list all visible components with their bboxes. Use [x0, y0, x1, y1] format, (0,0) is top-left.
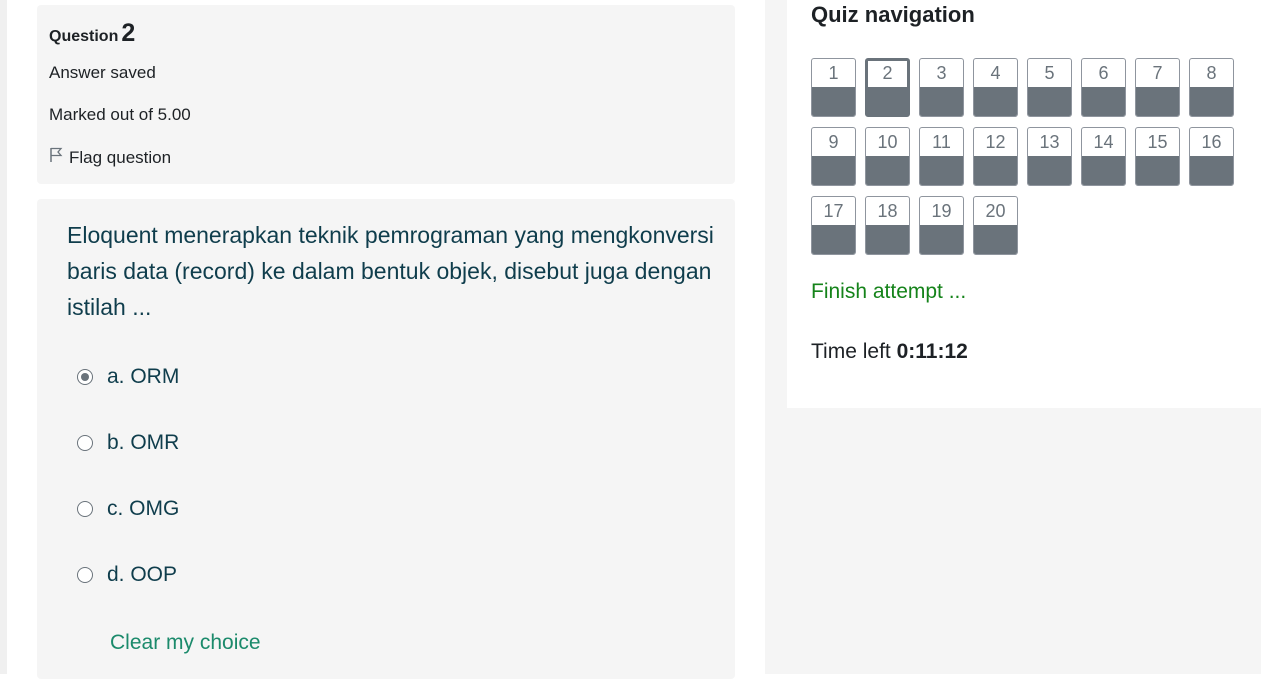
question-nav-number: 6	[1098, 63, 1109, 83]
question-nav-button-1[interactable]: 1	[811, 58, 856, 117]
question-nav-number: 19	[931, 201, 952, 221]
question-nav-button-2[interactable]: 2	[865, 58, 910, 117]
question-nav-number: 18	[877, 201, 898, 221]
answered-indicator	[974, 225, 1017, 254]
answer-option-c[interactable]: c. OMG	[77, 497, 179, 521]
question-nav-number: 11	[932, 132, 951, 152]
answered-indicator	[812, 225, 855, 254]
question-nav-button-12[interactable]: 12	[973, 127, 1018, 186]
flag-question-label: Flag question	[69, 147, 172, 167]
time-left-label: Time left	[811, 340, 891, 363]
answered-indicator	[812, 87, 855, 116]
radio-button[interactable]	[77, 567, 93, 583]
question-nav-number: 15	[1147, 132, 1168, 152]
left-gutter	[0, 0, 7, 674]
page-gutter	[765, 0, 787, 674]
question-nav-button-6[interactable]: 6	[1081, 58, 1126, 117]
question-nav-number: 13	[1039, 132, 1060, 152]
question-nav-number: 17	[823, 201, 844, 221]
question-number-value: 2	[121, 19, 136, 47]
question-nav-button-17[interactable]: 17	[811, 196, 856, 255]
time-left-value: 0:11:12	[896, 340, 968, 363]
radio-button[interactable]	[77, 501, 93, 517]
question-text: Eloquent menerapkan teknik pemrograman y…	[67, 222, 714, 320]
answered-indicator	[868, 87, 907, 114]
question-nav-number: 16	[1201, 132, 1222, 152]
answered-indicator	[920, 156, 963, 185]
question-nav-number: 20	[985, 201, 1006, 221]
answered-indicator	[1082, 156, 1125, 185]
sidebar-background	[787, 408, 1261, 674]
question-nav-button-11[interactable]: 11	[919, 127, 964, 186]
quiz-navigation-title: Quiz navigation	[811, 2, 975, 27]
question-nav-number: 9	[828, 132, 839, 152]
answered-indicator	[1136, 156, 1179, 185]
marks-info: Marked out of 5.00	[49, 105, 191, 124]
answered-indicator	[920, 225, 963, 254]
finish-attempt-link[interactable]: Finish attempt ...	[811, 280, 966, 304]
answered-indicator	[1136, 87, 1179, 116]
question-nav-number: 12	[985, 132, 1006, 152]
answered-indicator	[1028, 87, 1071, 116]
answer-option-label[interactable]: a. ORM	[107, 365, 179, 389]
radio-button-selected[interactable]	[77, 369, 93, 385]
question-nav-button-16[interactable]: 16	[1189, 127, 1234, 186]
question-nav-button-5[interactable]: 5	[1027, 58, 1072, 117]
answer-option-label[interactable]: d. OOP	[107, 563, 177, 587]
question-nav-number: 14	[1093, 132, 1114, 152]
question-info-panel: Question 2 Answer saved Marked out of 5.0…	[37, 5, 735, 184]
radio-button[interactable]	[77, 435, 93, 451]
question-nav-number: 10	[877, 132, 898, 152]
time-left: Time left 0:11:12	[811, 340, 968, 364]
question-nav-button-7[interactable]: 7	[1135, 58, 1180, 117]
question-nav-number: 3	[936, 63, 947, 83]
answer-option-label[interactable]: b. OMR	[107, 431, 179, 455]
answer-option-d[interactable]: d. OOP	[77, 563, 177, 587]
answer-option-b[interactable]: b. OMR	[77, 431, 179, 455]
question-nav-number: 1	[828, 63, 839, 83]
answered-indicator	[974, 156, 1017, 185]
question-nav-button-19[interactable]: 19	[919, 196, 964, 255]
answered-indicator	[866, 156, 909, 185]
clear-choice-link[interactable]: Clear my choice	[110, 631, 261, 655]
answered-indicator	[1082, 87, 1125, 116]
question-nav-button-8[interactable]: 8	[1189, 58, 1234, 117]
question-nav-button-14[interactable]: 14	[1081, 127, 1126, 186]
question-nav-button-4[interactable]: 4	[973, 58, 1018, 117]
answer-option-a[interactable]: a. ORM	[77, 365, 179, 389]
answered-indicator	[920, 87, 963, 116]
answered-indicator	[1028, 156, 1071, 185]
question-nav-button-9[interactable]: 9	[811, 127, 856, 186]
question-nav-button-3[interactable]: 3	[919, 58, 964, 117]
question-nav-button-15[interactable]: 15	[1135, 127, 1180, 186]
question-content-panel: Eloquent menerapkan teknik pemrograman y…	[37, 199, 735, 679]
answered-indicator	[866, 225, 909, 254]
question-number: Question 2	[49, 19, 135, 48]
answer-status: Answer saved	[49, 63, 156, 82]
question-nav-button-20[interactable]: 20	[973, 196, 1018, 255]
quiz-navigation-panel: Quiz navigation 1 2 3 4 5 6 7 8 9 10 11 12 13 14 15 16 1…	[787, 0, 1261, 408]
question-nav-button-18[interactable]: 18	[865, 196, 910, 255]
flag-icon	[49, 147, 63, 168]
question-nav-button-10[interactable]: 10	[865, 127, 910, 186]
question-nav-number: 2	[882, 63, 893, 83]
answered-indicator	[974, 87, 1017, 116]
flag-question-link[interactable]: Flag question	[49, 147, 171, 168]
question-nav-number: 7	[1152, 63, 1163, 83]
question-nav-number: 8	[1206, 63, 1217, 83]
question-nav-number: 4	[990, 63, 1001, 83]
answered-indicator	[1190, 87, 1233, 116]
question-nav-number: 5	[1044, 63, 1055, 83]
answer-option-label[interactable]: c. OMG	[107, 497, 179, 521]
answered-indicator	[812, 156, 855, 185]
question-label: Question	[49, 28, 119, 45]
question-nav-button-13[interactable]: 13	[1027, 127, 1072, 186]
answered-indicator	[1190, 156, 1233, 185]
